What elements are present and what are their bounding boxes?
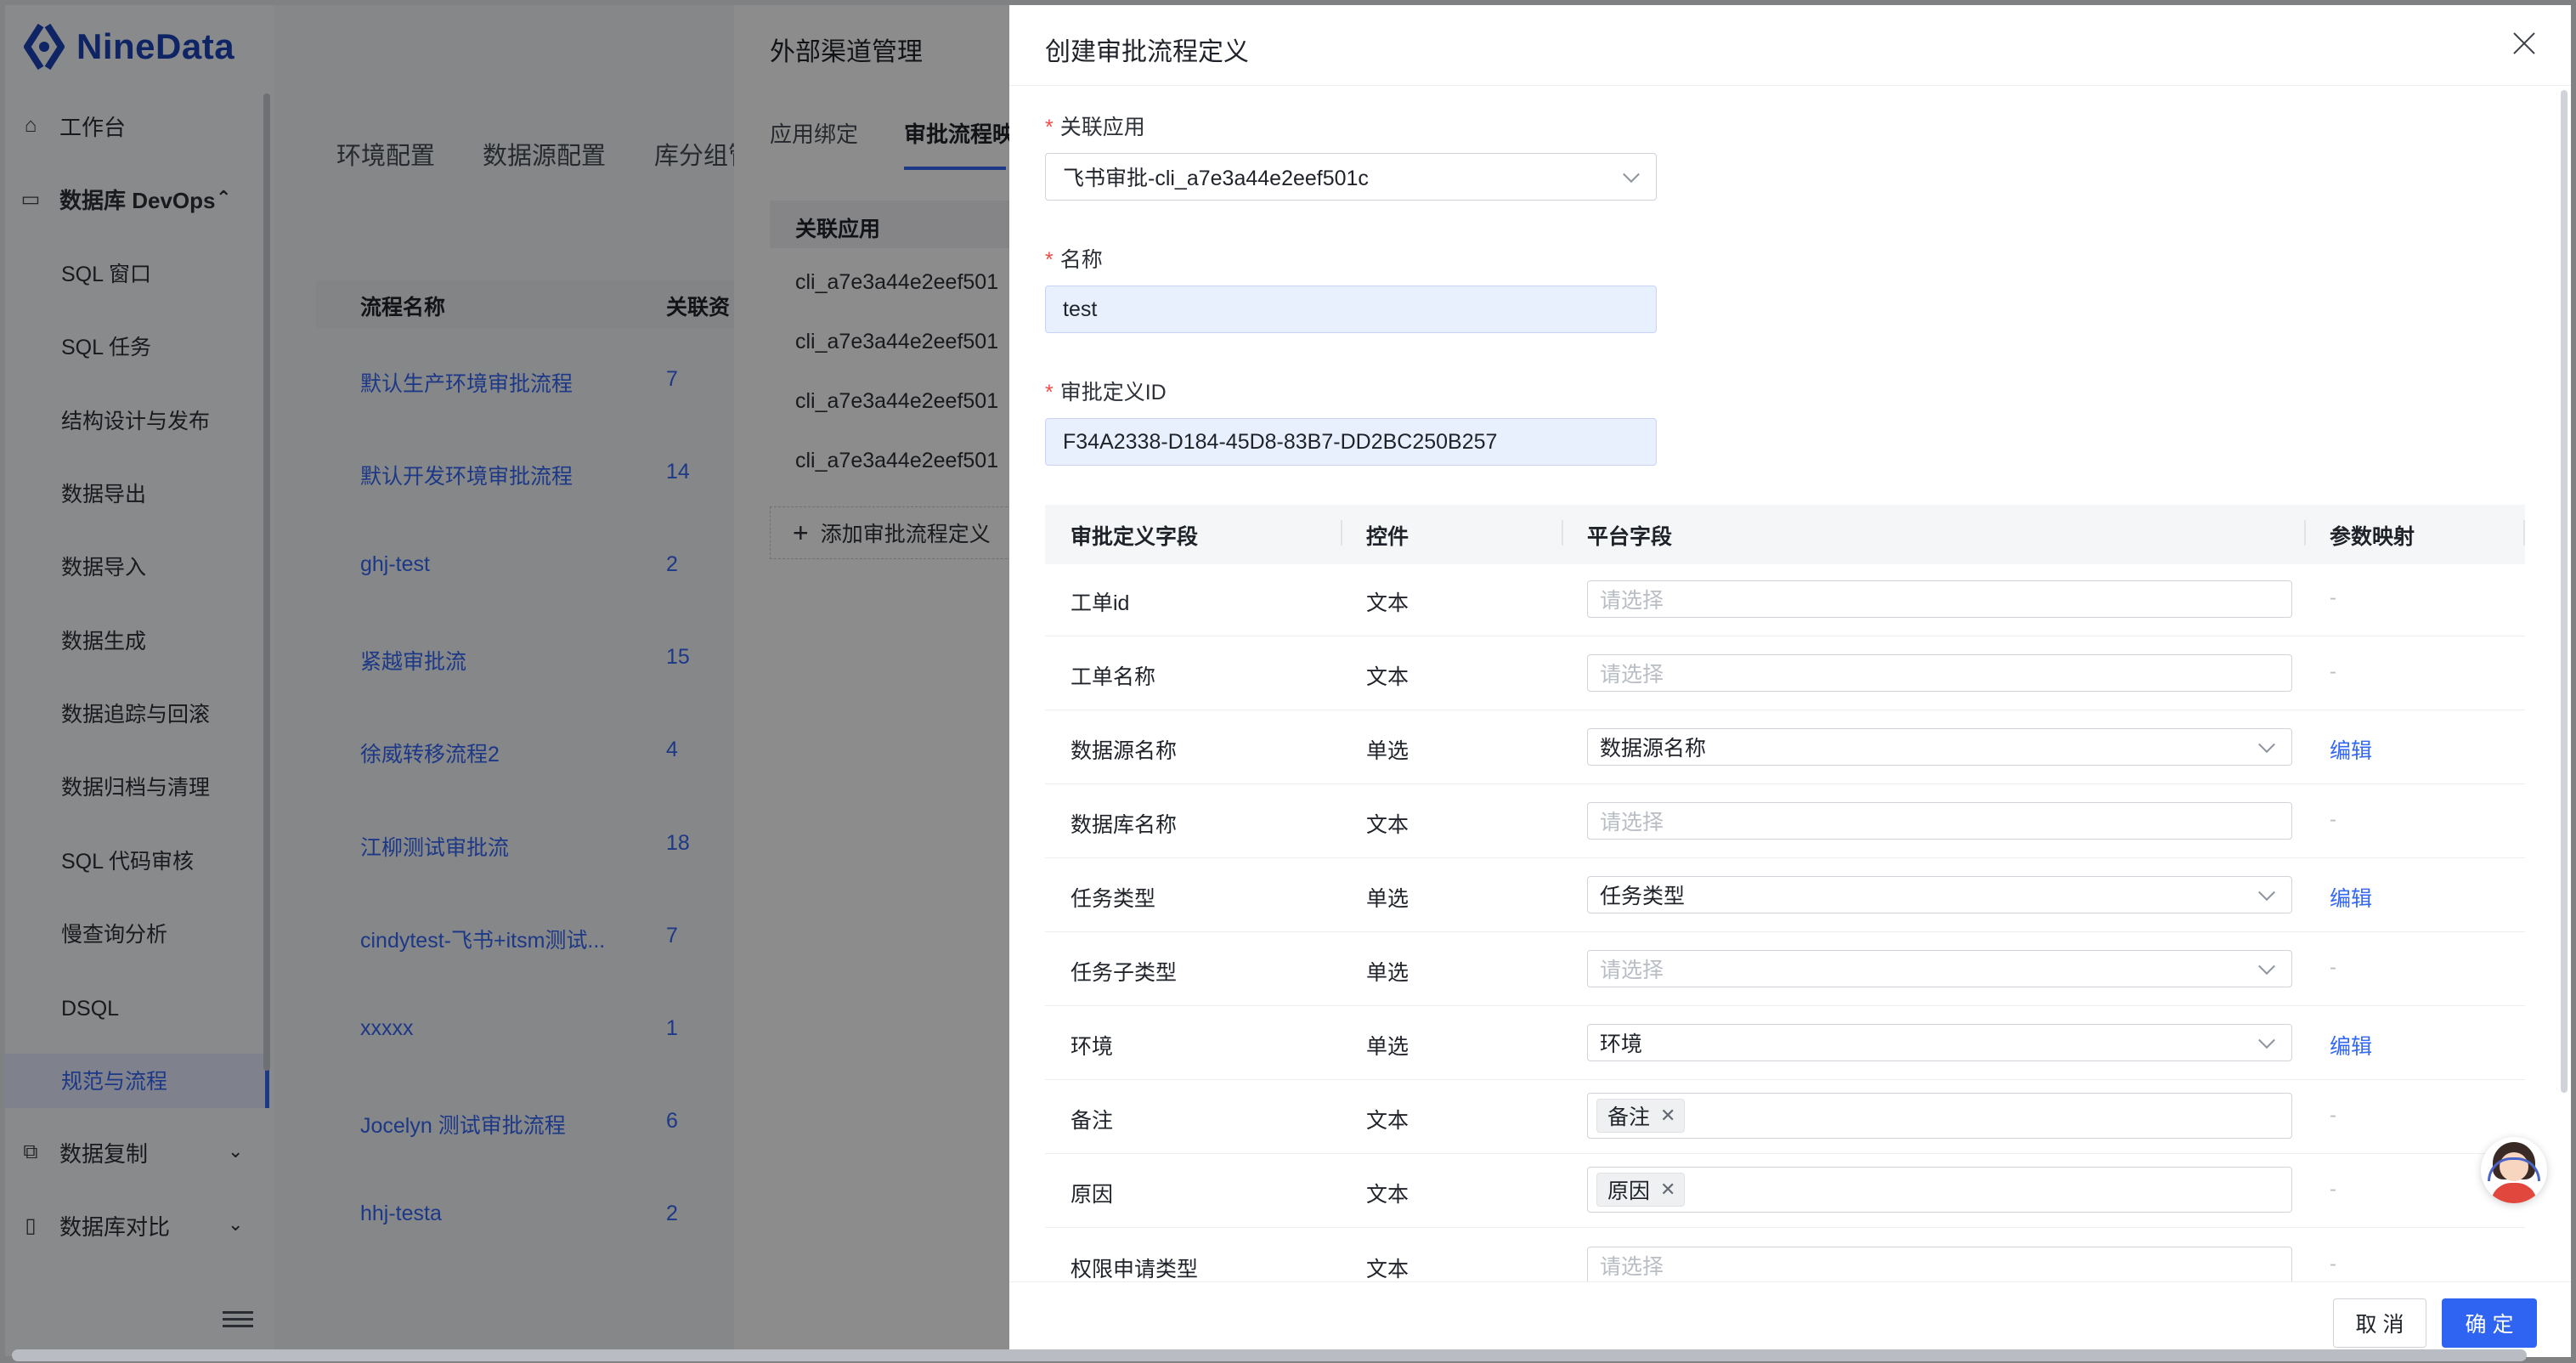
column-header: 审批定义字段 — [1071, 525, 1199, 549]
platform-field-select[interactable]: 环境 — [1587, 1024, 2292, 1061]
platform-field-select[interactable]: 请选择 — [1587, 802, 2292, 840]
control-type: 文本 — [1366, 1109, 1409, 1133]
control-type: 单选 — [1366, 739, 1409, 763]
column-header: 控件 — [1366, 525, 1409, 549]
edit-mapping-link[interactable]: 编辑 — [2330, 882, 2372, 913]
control-type: 单选 — [1366, 961, 1409, 985]
mapping-empty: - — [2330, 1104, 2336, 1127]
field-name: 数据源名称 — [1071, 739, 1178, 763]
chevron-down-icon — [2258, 1032, 2275, 1049]
field-name: 工单名称 — [1071, 665, 1156, 689]
control-type: 单选 — [1366, 887, 1409, 911]
remove-tag-icon[interactable]: ✕ — [1660, 1105, 1675, 1127]
chevron-down-icon — [2258, 958, 2275, 976]
control-type: 单选 — [1366, 1035, 1409, 1059]
row-divider — [1045, 1227, 2525, 1228]
platform-field-select[interactable]: 请选择 — [1587, 654, 2292, 692]
column-divider — [2523, 520, 2525, 546]
row-divider — [1045, 783, 2525, 784]
input-value: F34A2338-D184-45D8-83B7-DD2BC250B257 — [1063, 429, 1498, 454]
app-select[interactable]: 飞书审批-cli_a7e3a44e2eef501c — [1045, 153, 1657, 201]
chevron-down-icon — [2258, 736, 2275, 754]
definition-id-label: * 审批定义ID — [1045, 381, 1167, 404]
mapping-table-header — [1045, 505, 2525, 564]
row-divider — [1045, 1079, 2525, 1080]
select-value: 飞书审批-cli_a7e3a44e2eef501c — [1063, 167, 1369, 190]
field-name: 环境 — [1071, 1035, 1114, 1059]
mapping-empty: - — [2330, 808, 2336, 831]
row-divider — [1045, 931, 2525, 932]
selected-tag: 备注 ✕ — [1596, 1099, 1686, 1133]
chevron-down-icon — [2258, 884, 2275, 902]
field-name: 权限申请类型 — [1071, 1258, 1199, 1281]
edit-mapping-link[interactable]: 编辑 — [2330, 734, 2372, 765]
column-header: 参数映射 — [2330, 525, 2415, 549]
mapping-empty: - — [2330, 660, 2336, 683]
field-name: 备注 — [1071, 1109, 1114, 1133]
confirm-button[interactable]: 确 定 — [2442, 1298, 2537, 1348]
column-divider — [1341, 520, 1342, 546]
field-name: 原因 — [1071, 1183, 1114, 1207]
field-name: 工单id — [1071, 591, 1130, 615]
field-name: 任务子类型 — [1071, 961, 1178, 985]
platform-field-select[interactable]: 请选择 — [1587, 950, 2292, 987]
chevron-down-icon — [1623, 166, 1640, 184]
close-icon[interactable] — [2511, 31, 2537, 56]
mapping-empty: - — [2330, 1253, 2336, 1275]
platform-field-select[interactable]: 任务类型 — [1587, 876, 2292, 913]
platform-field-select[interactable]: 请选择 — [1587, 1247, 2292, 1284]
definition-id-input[interactable]: F34A2338-D184-45D8-83B7-DD2BC250B257 — [1045, 418, 1657, 466]
mapping-empty: - — [2330, 586, 2336, 609]
horizontal-scrollbar[interactable] — [12, 1349, 2527, 1361]
platform-field-select[interactable]: 请选择 — [1587, 580, 2292, 618]
row-divider — [1045, 1005, 2525, 1006]
divider — [1009, 85, 2571, 86]
input-value: test — [1063, 297, 1098, 321]
column-divider — [1562, 520, 1563, 546]
row-divider — [1045, 1153, 2525, 1154]
edit-mapping-link[interactable]: 编辑 — [2330, 1030, 2372, 1060]
control-type: 文本 — [1366, 665, 1409, 689]
control-type: 文本 — [1366, 1183, 1409, 1207]
column-divider — [2304, 520, 2306, 546]
control-type: 文本 — [1366, 1258, 1409, 1281]
name-label: * 名称 — [1045, 248, 1103, 272]
field-name: 数据库名称 — [1071, 813, 1178, 837]
field-name: 任务类型 — [1071, 887, 1156, 911]
drawer-scrollbar[interactable] — [2561, 90, 2568, 1093]
remove-tag-icon[interactable]: ✕ — [1660, 1179, 1675, 1201]
mapping-empty: - — [2330, 1178, 2336, 1201]
platform-field-multiselect[interactable]: 备注 ✕ — [1587, 1093, 2292, 1139]
cancel-button[interactable]: 取 消 — [2333, 1298, 2426, 1348]
column-header: 平台字段 — [1587, 525, 1673, 549]
drawer-title: 创建审批流程定义 — [1045, 38, 1249, 66]
selected-tag: 原因 ✕ — [1596, 1173, 1686, 1207]
name-input[interactable]: test — [1045, 286, 1657, 333]
row-divider — [1045, 857, 2525, 858]
control-type: 文本 — [1366, 591, 1409, 615]
control-type: 文本 — [1366, 813, 1409, 837]
app-label: * 关联应用 — [1045, 116, 1145, 139]
platform-field-multiselect[interactable]: 原因 ✕ — [1587, 1167, 2292, 1213]
support-avatar-icon[interactable] — [2481, 1137, 2547, 1203]
platform-field-select[interactable]: 数据源名称 — [1587, 728, 2292, 766]
mapping-empty: - — [2330, 956, 2336, 979]
